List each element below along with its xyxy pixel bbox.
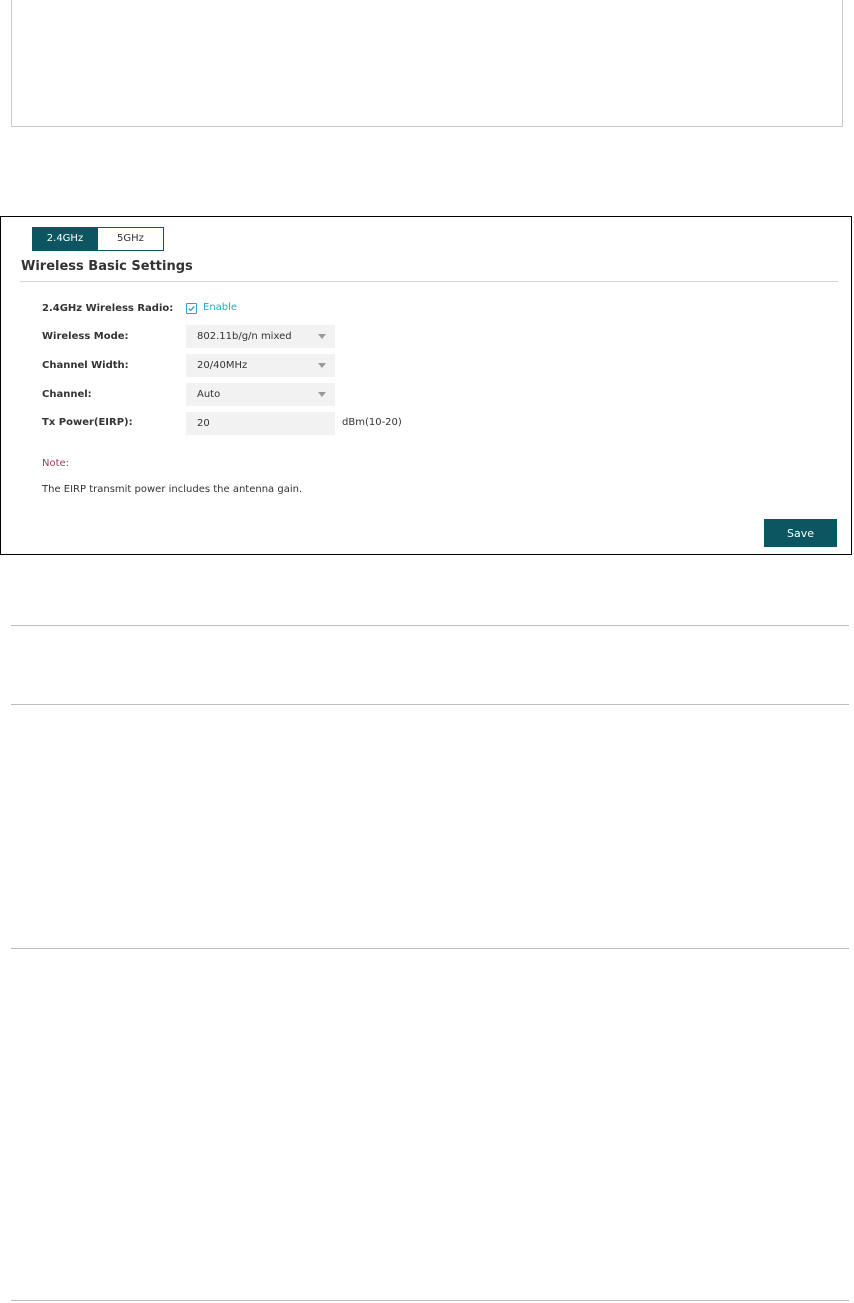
channel-label: Channel: <box>42 389 92 400</box>
divider <box>11 704 849 705</box>
save-button[interactable]: Save <box>764 519 837 547</box>
tab-2-4ghz[interactable]: 2.4GHz <box>32 227 98 251</box>
wireless-mode-label: Wireless Mode: <box>42 331 129 342</box>
section-title: Wireless Basic Settings <box>21 259 193 274</box>
channel-width-label: Channel Width: <box>42 360 129 371</box>
caret-down-icon <box>318 363 326 368</box>
wireless-radio-label: 2.4GHz Wireless Radio: <box>42 303 174 314</box>
tx-power-label: Tx Power(EIRP): <box>42 417 133 428</box>
wireless-mode-value: 802.11b/g/n mixed <box>197 331 292 342</box>
enable-radio-checkbox[interactable] <box>186 303 197 314</box>
channel-select[interactable]: Auto <box>186 383 335 406</box>
wireless-settings-panel: 2.4GHz 5GHz Wireless Basic Settings 2.4G… <box>0 216 852 555</box>
tx-power-input[interactable] <box>186 412 335 435</box>
note-label: Note: <box>42 458 70 469</box>
channel-value: Auto <box>197 389 221 400</box>
enable-radio-label[interactable]: Enable <box>203 302 237 313</box>
section-divider <box>20 281 838 282</box>
wireless-mode-select[interactable]: 802.11b/g/n mixed <box>186 325 335 348</box>
note-text: The EIRP transmit power includes the ant… <box>42 484 303 495</box>
channel-width-select[interactable]: 20/40MHz <box>186 354 335 377</box>
divider <box>11 948 849 949</box>
caret-down-icon <box>318 392 326 397</box>
tab-5ghz[interactable]: 5GHz <box>98 227 164 251</box>
divider <box>11 1300 849 1301</box>
divider <box>11 625 849 626</box>
tx-power-unit: dBm(10-20) <box>342 417 402 428</box>
checkmark-icon <box>188 305 195 312</box>
caret-down-icon <box>318 334 326 339</box>
channel-width-value: 20/40MHz <box>197 360 248 371</box>
band-tabs: 2.4GHz 5GHz <box>32 227 164 251</box>
top-frame <box>11 0 843 127</box>
